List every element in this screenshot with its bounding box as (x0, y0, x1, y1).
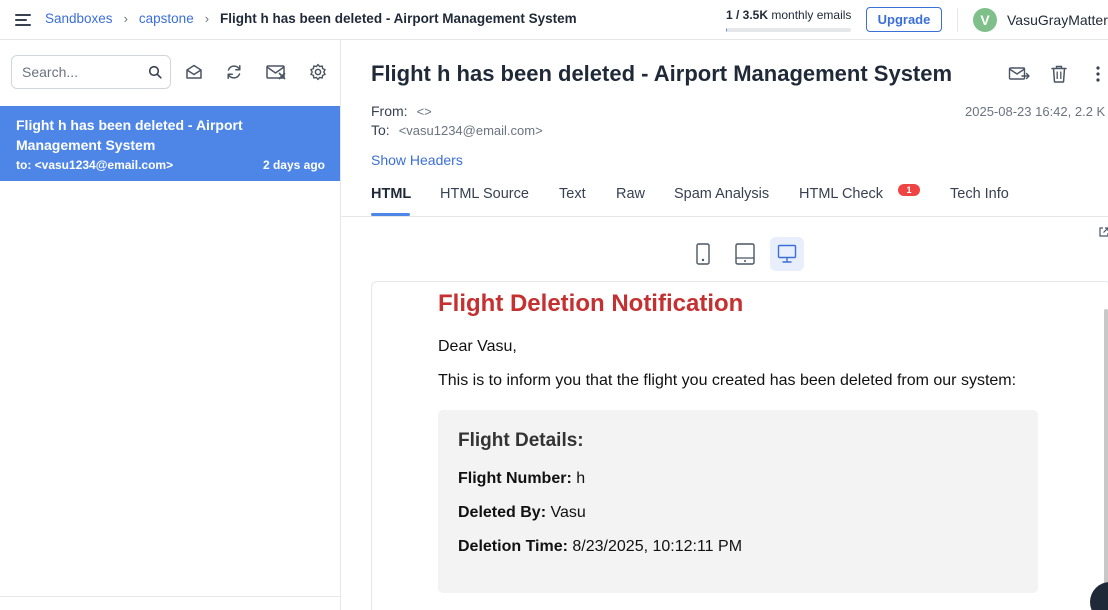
to-label: To: (371, 122, 390, 138)
breadcrumb-capstone[interactable]: capstone (139, 11, 194, 26)
preview-greeting: Dear Vasu, (438, 338, 517, 355)
tab-html-check[interactable]: HTML Check (799, 186, 883, 202)
tab-raw[interactable]: Raw (616, 186, 645, 202)
menu-icon[interactable] (13, 11, 33, 29)
desktop-view-button[interactable] (770, 237, 804, 271)
mobile-icon (696, 243, 710, 265)
message-list-item[interactable]: Flight h has been deleted - Airport Mana… (0, 106, 340, 181)
preview-intro: This is to inform you that the flight yo… (438, 372, 1017, 389)
from-label: From: (371, 103, 408, 119)
email-title: Flight h has been deleted - Airport Mana… (371, 61, 953, 86)
deletion-time-label: Deletion Time: (458, 538, 568, 555)
sidebar: Flight h has been deleted - Airport Mana… (0, 40, 341, 610)
deletion-time-value: 8/23/2025, 10:12:11 PM (572, 538, 743, 555)
breadcrumb-current: Flight h has been deleted - Airport Mana… (220, 11, 577, 26)
tablet-icon (735, 243, 755, 265)
divider (0, 596, 340, 597)
tab-text[interactable]: Text (559, 186, 586, 202)
settings-icon[interactable] (308, 62, 328, 82)
mobile-view-button[interactable] (686, 237, 720, 271)
tablet-view-button[interactable] (728, 237, 762, 271)
tab-tech-info[interactable]: Tech Info (950, 186, 1009, 202)
search-box[interactable] (11, 55, 171, 89)
refresh-icon[interactable] (224, 62, 244, 82)
flight-number-label: Flight Number: (458, 470, 572, 487)
username[interactable]: VasuGrayMatter (1007, 12, 1108, 28)
deletion-time-row: Deletion Time: 8/23/2025, 10:12:11 PM (458, 538, 742, 556)
flight-details-box: Flight Details: Flight Number: h Deleted… (438, 410, 1038, 593)
details-title: Flight Details: (458, 430, 584, 451)
show-headers-link[interactable]: Show Headers (371, 152, 463, 168)
tab-html[interactable]: HTML (371, 186, 411, 202)
quota-unit: monthly emails (771, 8, 852, 22)
avatar[interactable]: V (973, 8, 997, 32)
tab-html-source[interactable]: HTML Source (440, 186, 529, 202)
forward-email-icon[interactable] (1008, 64, 1030, 84)
message-recipient: to: <vasu1234@email.com> (16, 158, 174, 172)
search-icon[interactable] (148, 65, 162, 79)
preview-heading: Flight Deletion Notification (438, 290, 744, 317)
deleted-by-value: Vasu (550, 504, 586, 521)
from-row: From: <> (371, 103, 432, 119)
divider (957, 8, 958, 32)
preview-scrollbar[interactable] (1104, 309, 1108, 610)
search-input[interactable] (22, 62, 142, 82)
quota-used: 1 / 3.5K (726, 8, 769, 22)
quota-progress-bar (726, 28, 851, 32)
quota-progress-fill (726, 28, 727, 32)
email-html-preview: Flight Deletion Notification Dear Vasu, … (371, 281, 1108, 610)
message-time: 2 days ago (262, 158, 325, 172)
message-subject: Flight h has been deleted - Airport Mana… (16, 117, 243, 153)
to-value: <vasu1234@email.com> (398, 123, 543, 138)
breadcrumb-separator: › (204, 11, 210, 26)
quota-label: 1 / 3.5K monthly emails (726, 8, 851, 22)
deleted-by-row: Deleted By: Vasu (458, 504, 586, 522)
breadcrumb: Sandboxes › capstone › Flight h has been… (45, 11, 577, 26)
from-value: <> (416, 104, 432, 119)
tabs-divider (341, 216, 1108, 217)
trash-icon[interactable] (1048, 64, 1070, 84)
flight-number-row: Flight Number: h (458, 470, 585, 488)
email-date-size: 2025-08-23 16:42, 2.2 K (965, 104, 1106, 119)
top-bar: Sandboxes › capstone › Flight h has been… (0, 0, 1108, 40)
breadcrumb-separator: › (123, 11, 128, 26)
tab-spam-analysis[interactable]: Spam Analysis (674, 186, 769, 202)
flight-number-value: h (576, 470, 586, 487)
clear-inbox-icon[interactable] (265, 62, 287, 82)
html-check-badge: 1 (898, 184, 920, 196)
message-view: Flight h has been deleted - Airport Mana… (341, 40, 1108, 610)
to-row: To: <vasu1234@email.com> (371, 122, 543, 138)
desktop-icon (777, 244, 797, 263)
mark-read-icon[interactable] (184, 62, 204, 82)
more-options-icon[interactable] (1091, 64, 1105, 84)
upgrade-button[interactable]: Upgrade (866, 7, 942, 32)
deleted-by-label: Deleted By: (458, 504, 547, 521)
open-external-icon[interactable] (1098, 226, 1108, 238)
breadcrumb-sandboxes[interactable]: Sandboxes (45, 11, 113, 26)
